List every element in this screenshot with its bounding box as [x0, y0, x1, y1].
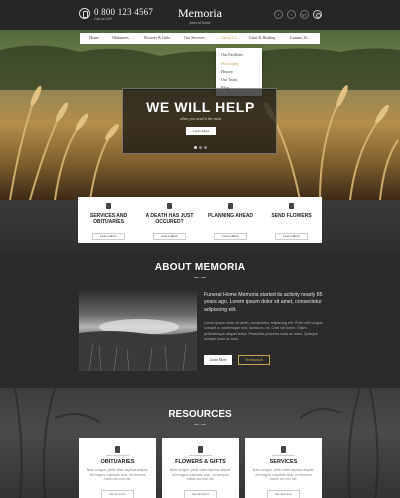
- resource-card[interactable]: SERVICES Nam congue, pede vitae dapibus …: [245, 438, 322, 498]
- flower-icon: [198, 446, 203, 453]
- dropdown-philosophy[interactable]: Philosophy: [221, 61, 239, 66]
- nav-our-services[interactable]: Our Services: [184, 35, 205, 40]
- service-learn-more-button[interactable]: Learn More: [214, 233, 247, 240]
- about-section: [0, 253, 400, 388]
- service-title: PLANNING AHEAD: [207, 213, 254, 219]
- service-learn-more-button[interactable]: Learn More: [153, 233, 186, 240]
- facebook-icon[interactable]: f: [274, 10, 283, 19]
- about-lead-text: Funeral Home Memoria started its activit…: [204, 292, 323, 313]
- list-icon: [281, 446, 286, 453]
- service-card[interactable]: SERVICES AND OBITUARIES Learn More: [78, 197, 139, 243]
- service-card[interactable]: SEND FLOWERS Learn More: [261, 197, 322, 243]
- resource-text: Nam congue, pede vitae dapibus aliquet, …: [86, 468, 149, 481]
- testimonials-button[interactable]: Testimonials: [238, 355, 270, 365]
- dropdown-history[interactable]: History: [221, 69, 233, 74]
- dropdown-our-facilities[interactable]: Our Facilities: [221, 52, 243, 57]
- slider-dot-2[interactable]: [199, 146, 202, 149]
- service-learn-more-button[interactable]: Learn More: [92, 233, 125, 240]
- card-divider: [106, 455, 129, 456]
- resource-text: Nam congue, pede vitae dapibus aliquet, …: [252, 468, 315, 481]
- flower-icon: [289, 203, 294, 209]
- nav-grief-healing[interactable]: Grief & Healing: [249, 35, 275, 40]
- nav-about-us[interactable]: About Us: [221, 35, 236, 40]
- service-card[interactable]: A DEATH HAS JUST OCCURED? Learn More: [139, 197, 200, 243]
- site-logo[interactable]: Memoria: [170, 6, 230, 21]
- hero-subtitle: when you need it the most: [179, 116, 222, 121]
- card-divider: [272, 455, 295, 456]
- resource-title: SERVICES: [269, 459, 298, 465]
- resources-title: RESOURCES: [168, 409, 232, 420]
- service-title: SEND FLOWERS: [271, 213, 312, 219]
- phone-number[interactable]: 0 800 123 4567: [94, 7, 153, 17]
- about-body-text: Lorem ipsum dolor sit amet, consectetur …: [204, 321, 324, 341]
- slider-dot-1[interactable]: [194, 146, 197, 149]
- candle-icon: [106, 203, 111, 209]
- resource-card[interactable]: FLOWERS & GIFTS Nam congue, pede vitae d…: [162, 438, 239, 498]
- search-icon[interactable]: [313, 10, 322, 19]
- resources-divider: [194, 423, 206, 425]
- about-image: [79, 291, 197, 371]
- phone-icon: [79, 8, 90, 19]
- hero-title: WE WILL HELP: [146, 99, 255, 115]
- twitter-icon[interactable]: t: [287, 10, 296, 19]
- dropdown-our-team[interactable]: Our Team: [221, 77, 237, 82]
- logo-tagline: funeral home: [189, 20, 211, 25]
- site-header: 0 800 123 4567 Call us 24/7 Memoria fune…: [0, 0, 400, 30]
- service-title: SERVICES AND OBITUARIES: [89, 213, 128, 225]
- resource-card[interactable]: OBITUARIES Nam congue, pede vitae dapibu…: [79, 438, 156, 498]
- slider-dot-3[interactable]: [204, 146, 207, 149]
- card-divider: [189, 455, 212, 456]
- see-services-button[interactable]: See Services: [101, 490, 134, 498]
- see-services-button[interactable]: See Services: [267, 490, 300, 498]
- hero-caption-box: WE WILL HELP when you need it the most L…: [122, 88, 277, 154]
- service-title: A DEATH HAS JUST OCCURED?: [145, 213, 194, 225]
- calendar-icon: [228, 203, 233, 209]
- service-card[interactable]: PLANNING AHEAD Learn More: [200, 197, 261, 243]
- nav-flowers-gifts[interactable]: Flowers & Gifts: [144, 35, 170, 40]
- resource-title: OBITUARIES: [100, 459, 135, 465]
- alert-icon: [167, 203, 172, 209]
- hero-learn-more-button[interactable]: Learn More: [186, 127, 216, 135]
- about-title: ABOUT MEMORIA: [154, 262, 246, 273]
- nav-home[interactable]: Home: [89, 35, 99, 40]
- service-learn-more-button[interactable]: Learn More: [275, 233, 308, 240]
- resource-text: Nam congue, pede vitae dapibus aliquet, …: [169, 468, 232, 481]
- main-nav: Home Obituaries Flowers & Gifts Our Serv…: [80, 33, 320, 44]
- resource-title: FLOWERS & GIFTS: [175, 459, 226, 465]
- see-services-button[interactable]: See Services: [184, 490, 217, 498]
- candle-icon: [115, 446, 120, 453]
- about-divider: [194, 276, 206, 278]
- google-plus-icon[interactable]: g+: [300, 10, 309, 19]
- about-learn-more-button[interactable]: Learn More: [204, 355, 232, 365]
- nav-obituaries[interactable]: Obituaries: [112, 35, 129, 40]
- phone-caption: Call us 24/7: [94, 17, 113, 21]
- nav-contact-us[interactable]: Contact Us: [290, 35, 308, 40]
